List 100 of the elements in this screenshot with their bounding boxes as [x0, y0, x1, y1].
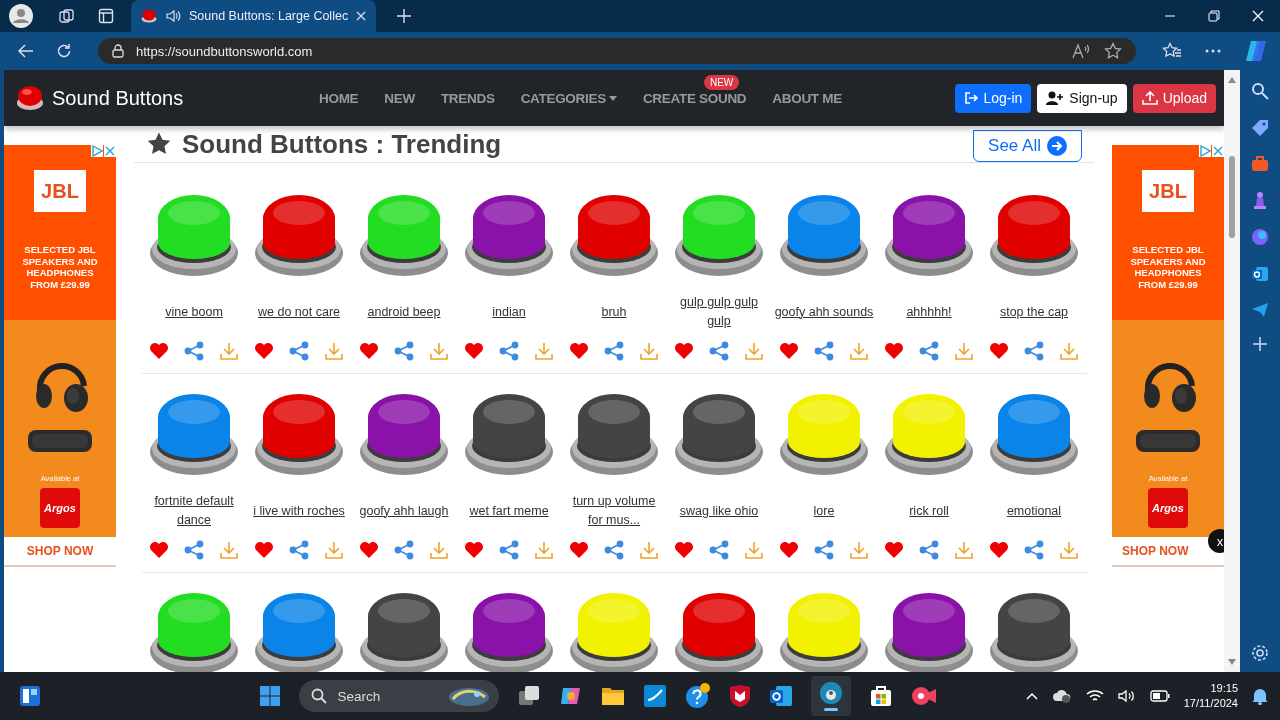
nav-link[interactable]: TRENDS	[427, 90, 508, 106]
search-icon[interactable]	[1251, 82, 1269, 100]
sound-title-link[interactable]: i live with roches	[253, 501, 345, 521]
widgets-icon[interactable]	[19, 685, 41, 707]
sound-title-link[interactable]: rick roll	[909, 501, 949, 521]
ad-choices-icon[interactable]	[91, 145, 103, 157]
sound-title-link[interactable]: we do not care	[258, 302, 340, 322]
heart-icon[interactable]	[254, 541, 274, 559]
shield-icon[interactable]	[729, 684, 752, 708]
share-icon[interactable]	[709, 540, 729, 560]
see-all-button[interactable]: See All	[973, 130, 1082, 162]
help-icon[interactable]	[685, 683, 712, 709]
scrollbar-thumb[interactable]	[1229, 156, 1235, 238]
sound-title-link[interactable]: stop the cap	[999, 302, 1069, 322]
plus-icon[interactable]	[1253, 337, 1267, 351]
tab-actions-icon[interactable]	[98, 8, 114, 24]
mail-icon[interactable]	[1251, 265, 1269, 283]
store-icon[interactable]	[869, 684, 894, 708]
brand-link[interactable]: Sound Buttons	[16, 85, 306, 111]
address-bar[interactable]: https://soundbuttonsworld.com	[98, 38, 1136, 64]
heart-icon[interactable]	[674, 541, 694, 559]
share-icon[interactable]	[184, 540, 204, 560]
clock-time[interactable]: 19:15	[1210, 681, 1238, 696]
nav-link[interactable]: ABOUT ME	[759, 90, 855, 106]
share-icon[interactable]	[604, 341, 624, 361]
ad-choices-icon[interactable]	[1199, 145, 1211, 157]
profile-icon[interactable]	[9, 4, 33, 28]
heart-icon[interactable]	[464, 541, 484, 559]
sound-title-link[interactable]: emotional	[1006, 501, 1062, 521]
briefcase-icon[interactable]	[1251, 156, 1269, 172]
sound-title-link[interactable]: goofy ahh laugh	[359, 501, 449, 521]
shop-now-link[interactable]: SHOP NOW	[26, 544, 94, 558]
tag-icon[interactable]	[1251, 119, 1269, 137]
sound-title-link[interactable]: ahhhhh!	[906, 302, 952, 322]
share-icon[interactable]	[1024, 540, 1044, 560]
share-icon[interactable]	[394, 540, 414, 560]
heart-icon[interactable]	[149, 541, 169, 559]
login-button[interactable]: Log-in	[955, 83, 1032, 113]
share-icon[interactable]	[394, 341, 414, 361]
mail-icon[interactable]	[769, 684, 794, 708]
shop-now-link[interactable]: SHOP NOW	[1122, 544, 1189, 558]
close-button[interactable]: x	[1208, 529, 1224, 553]
sound-title-link[interactable]: indian	[492, 302, 526, 322]
folder-icon[interactable]	[601, 686, 626, 706]
settings-icon[interactable]	[1251, 644, 1269, 662]
heart-icon[interactable]	[779, 541, 799, 559]
heart-icon[interactable]	[884, 342, 904, 360]
share-icon[interactable]	[499, 540, 519, 560]
speaker-icon[interactable]	[165, 8, 181, 24]
nav-link[interactable]: HOME	[306, 90, 372, 106]
sound-title-link[interactable]: turn up volume for mus...	[564, 492, 664, 530]
star-icon[interactable]	[1104, 42, 1122, 60]
heart-icon[interactable]	[359, 541, 379, 559]
battery-icon[interactable]	[1149, 690, 1170, 702]
sound-title-link[interactable]: goofy ahh sounds	[774, 302, 874, 322]
heart-icon[interactable]	[254, 342, 274, 360]
share-icon[interactable]	[499, 341, 519, 361]
share-icon[interactable]	[604, 540, 624, 560]
circle-icon[interactable]	[1251, 228, 1269, 246]
sound-title-link[interactable]: fortnite default dance	[144, 492, 244, 530]
cloud-icon[interactable]	[1051, 688, 1072, 704]
sound-title-link[interactable]: gulp gulp gulp gulp	[669, 293, 769, 331]
heart-icon[interactable]	[989, 342, 1009, 360]
camera-icon[interactable]	[911, 685, 938, 707]
back-icon[interactable]	[18, 44, 34, 58]
more-icon[interactable]	[1204, 48, 1222, 54]
bell-icon[interactable]	[1252, 687, 1268, 705]
sound-title-link[interactable]: bruh	[601, 302, 627, 322]
nav-link[interactable]: CATEGORIES	[507, 90, 630, 106]
read-aloud-icon[interactable]	[1072, 43, 1092, 59]
share-icon[interactable]	[919, 341, 939, 361]
heart-icon[interactable]	[674, 342, 694, 360]
clock-date[interactable]: 17/11/2024	[1183, 696, 1238, 711]
workspaces-icon[interactable]	[58, 7, 76, 25]
share-icon[interactable]	[184, 341, 204, 361]
heart-icon[interactable]	[989, 541, 1009, 559]
refresh-icon[interactable]	[56, 43, 72, 59]
nav-link[interactable]: CREATE SOUND	[629, 90, 760, 106]
scroll-up-icon[interactable]	[1227, 76, 1237, 84]
browser-tab[interactable]: Sound Buttons: Large Collec	[131, 0, 377, 32]
heart-icon[interactable]	[779, 342, 799, 360]
new-tab-icon[interactable]	[397, 9, 412, 23]
send-icon[interactable]	[1251, 302, 1269, 318]
scroll-down-icon[interactable]	[1227, 658, 1237, 666]
heart-icon[interactable]	[569, 541, 589, 559]
heart-icon[interactable]	[884, 541, 904, 559]
favorites-icon[interactable]	[1162, 42, 1182, 60]
chess-piece-icon[interactable]	[1252, 191, 1268, 209]
sound-title-link[interactable]: android beep	[367, 302, 441, 322]
share-icon[interactable]	[289, 540, 309, 560]
copilot-icon[interactable]	[1244, 39, 1268, 63]
sound-title-link[interactable]: swag like ohio	[679, 501, 759, 521]
wifi-icon[interactable]	[1085, 689, 1104, 703]
app-tile-icon[interactable]	[643, 684, 668, 708]
volume-icon[interactable]	[1117, 689, 1136, 703]
share-icon[interactable]	[814, 341, 834, 361]
share-icon[interactable]	[919, 540, 939, 560]
chevron-up-icon[interactable]	[1025, 692, 1038, 700]
heart-icon[interactable]	[569, 342, 589, 360]
windows-logo-icon[interactable]	[259, 685, 282, 707]
